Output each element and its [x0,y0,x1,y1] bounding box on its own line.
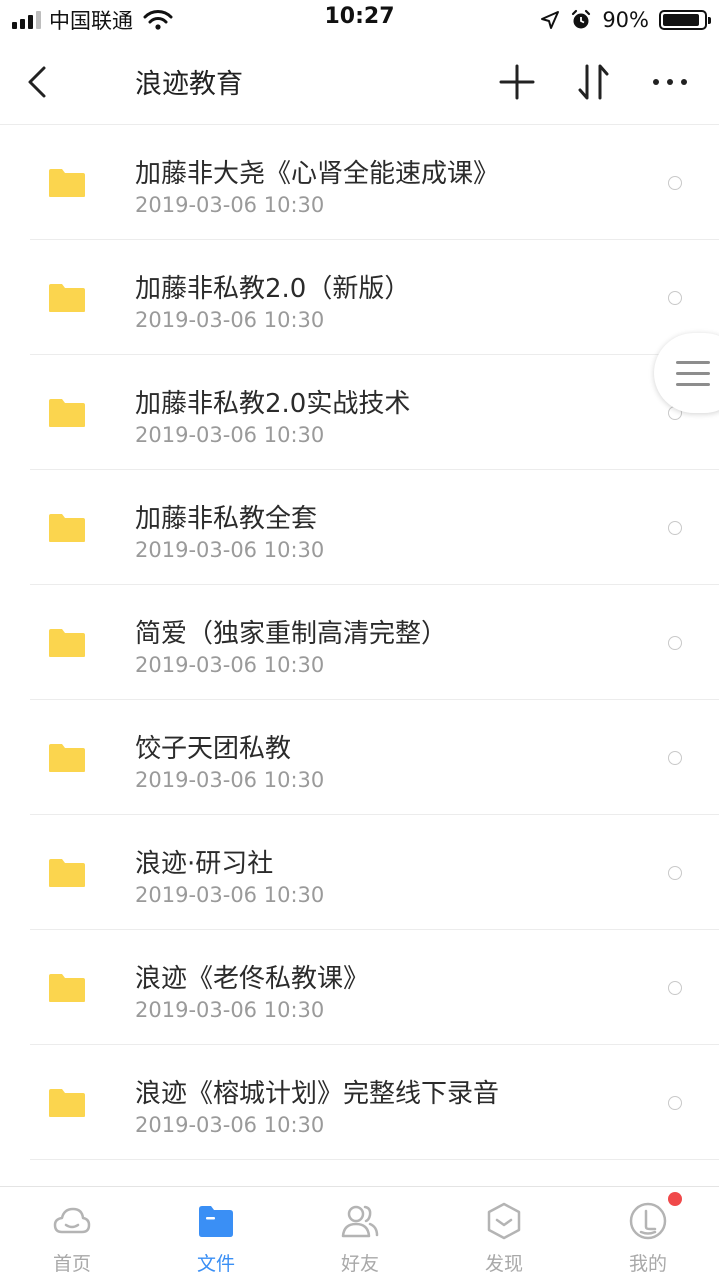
tab-label: 我的 [628,1253,667,1275]
file-date: 2019-03-06 10:30 [135,653,325,677]
tab-discover[interactable]: 发现 [432,1187,576,1281]
folder-icon [49,1089,85,1117]
file-name: 浪迹《老佟私教课》 [135,964,370,994]
file-date: 2019-03-06 10:30 [135,768,325,792]
file-row[interactable]: 加藤非私教2.0实战技术 2019-03-06 10:30 [0,355,719,470]
file-row[interactable]: 饺子天团私教 2019-03-06 10:30 [0,700,719,815]
profile-icon [629,1202,667,1240]
file-name: 加藤非私教2.0实战技术 [135,389,411,419]
file-date: 2019-03-06 10:30 [135,423,325,447]
back-button[interactable] [20,60,60,104]
folder-icon [49,974,85,1002]
tab-label: 发现 [484,1253,523,1275]
sort-button[interactable] [574,62,614,102]
battery-icon [659,10,711,30]
tab-label: 文件 [196,1253,235,1275]
select-radio[interactable] [668,176,682,190]
select-radio[interactable] [668,521,682,535]
status-right: 90% [540,6,711,34]
folder-icon [49,169,85,197]
notification-badge [668,1192,682,1206]
file-name: 加藤非大尧《心肾全能速成课》 [135,159,500,189]
file-name: 简爱（独家重制高清完整） [135,619,448,649]
file-date: 2019-03-06 10:30 [135,193,325,217]
folder-icon [49,859,85,887]
file-date: 2019-03-06 10:30 [135,308,325,332]
folder-icon [49,744,85,772]
file-date: 2019-03-06 10:30 [135,538,325,562]
alarm-icon [572,9,591,29]
tab-label: 首页 [52,1253,91,1275]
file-row[interactable]: 加藤非大尧《心肾全能速成课》 2019-03-06 10:30 [0,125,719,240]
file-name: 加藤非私教2.0（新版） [135,274,411,304]
folder-icon [199,1206,233,1237]
tab-friends[interactable]: 好友 [288,1187,432,1281]
select-radio[interactable] [668,866,682,880]
file-row[interactable]: 简爱（独家重制高清完整） 2019-03-06 10:30 [0,585,719,700]
tab-home[interactable]: 首页 [0,1187,144,1281]
select-radio[interactable] [668,751,682,765]
cloud-icon [53,1207,91,1234]
friends-icon [341,1205,379,1238]
discover-icon [487,1202,521,1240]
file-row[interactable]: 加藤非私教2.0（新版） 2019-03-06 10:30 [0,240,719,355]
folder-icon [49,514,85,542]
folder-icon [49,284,85,312]
file-row[interactable]: 浪迹·研习社 2019-03-06 10:30 [0,815,719,930]
select-radio[interactable] [668,636,682,650]
location-icon [541,11,560,29]
file-row[interactable]: 加藤非私教全套 2019-03-06 10:30 [0,470,719,585]
add-button[interactable] [497,62,537,102]
file-date: 2019-03-06 10:30 [135,998,325,1022]
file-date: 2019-03-06 10:30 [135,1113,325,1137]
page-title: 浪迹教育 [135,69,243,100]
folder-icon [49,629,85,657]
status-bar: 中国联通 10:27 90% [0,0,719,40]
file-list: 加藤非大尧《心肾全能速成课》 2019-03-06 10:30 加藤非私教2.0… [0,125,719,1160]
menu-lines-icon [676,361,710,394]
divider [30,1159,719,1160]
tab-profile[interactable]: 我的 [576,1187,719,1281]
more-button[interactable] [650,62,690,102]
file-name: 浪迹·研习社 [135,849,274,879]
nav-bar: 浪迹教育 [0,40,719,125]
select-radio[interactable] [668,291,682,305]
file-date: 2019-03-06 10:30 [135,883,325,907]
file-name: 浪迹《榕城计划》完整线下录音 [135,1079,500,1109]
file-row[interactable]: 浪迹《榕城计划》完整线下录音 2019-03-06 10:30 [0,1045,719,1160]
folder-icon [49,399,85,427]
tab-label: 好友 [340,1253,379,1275]
tab-files[interactable]: 文件 [144,1187,288,1281]
tab-bar: 首页 文件 好友 发现 我的 [0,1186,719,1281]
file-name: 饺子天团私教 [135,734,292,764]
battery-percent: 90% [602,8,649,32]
select-radio[interactable] [668,1096,682,1110]
file-row[interactable]: 浪迹《老佟私教课》 2019-03-06 10:30 [0,930,719,1045]
select-radio[interactable] [668,981,682,995]
file-name: 加藤非私教全套 [135,504,318,534]
